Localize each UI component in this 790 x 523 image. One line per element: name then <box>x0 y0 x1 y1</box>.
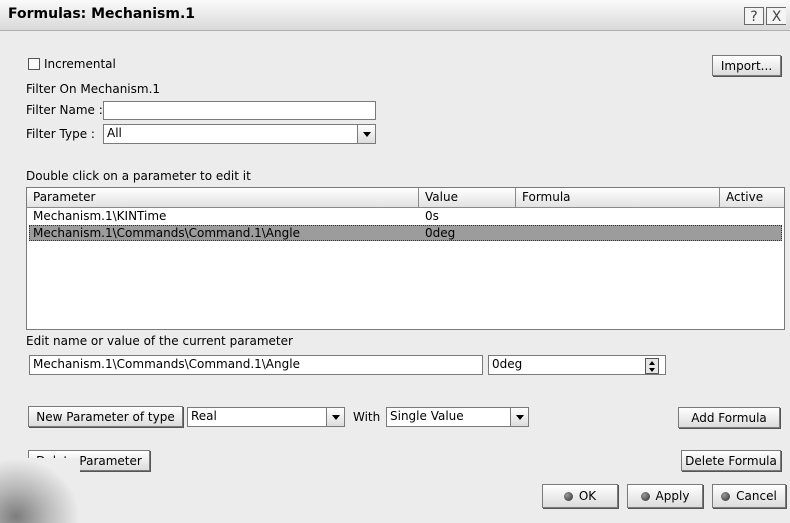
radio-dot-icon <box>721 491 731 501</box>
parameter-type-value: Real <box>191 409 217 423</box>
help-button[interactable]: ? <box>744 7 764 25</box>
delete-formula-button[interactable]: Delete Formula <box>681 450 781 471</box>
row-value: 0s <box>425 209 439 223</box>
column-header-formula[interactable]: Formula <box>516 188 720 208</box>
value-kind-value: Single Value <box>390 409 464 423</box>
import-button[interactable]: Import... <box>712 55 781 76</box>
table-row-selected[interactable]: Mechanism.1\Commands\Command.1\Angle 0de… <box>29 225 782 241</box>
filter-type-select[interactable]: All <box>103 124 376 144</box>
new-parameter-button-label: New Parameter of type <box>36 409 175 424</box>
ok-button[interactable]: OK <box>542 484 618 508</box>
radio-dot-icon <box>563 491 573 501</box>
filter-on-label: Filter On Mechanism.1 <box>26 82 161 96</box>
filter-name-input[interactable] <box>103 101 376 120</box>
with-label: With <box>353 410 381 424</box>
import-button-label: Import... <box>720 58 773 73</box>
filter-type-label: Filter Type : <box>26 127 95 141</box>
title-bar: Formulas: Mechanism.1 ? X <box>0 0 790 31</box>
filter-type-value: All <box>107 126 122 140</box>
parameter-name-input[interactable]: Mechanism.1\Commands\Command.1\Angle <box>29 355 483 375</box>
parameter-value-text: 0deg <box>492 357 523 371</box>
radio-dot-icon <box>640 491 650 501</box>
parameter-value-spinner[interactable]: 0deg <box>488 355 666 375</box>
cancel-button-label: Cancel <box>736 489 777 503</box>
parameter-type-select[interactable]: Real <box>187 407 345 427</box>
add-formula-button[interactable]: Add Formula <box>678 407 780 428</box>
close-button[interactable]: X <box>766 7 786 25</box>
delete-formula-button-label: Delete Formula <box>685 453 777 468</box>
chevron-down-icon[interactable] <box>326 408 344 426</box>
add-formula-button-label: Add Formula <box>691 410 767 425</box>
apply-button[interactable]: Apply <box>627 484 703 508</box>
column-header-value[interactable]: Value <box>419 188 516 208</box>
edit-label: Edit name or value of the current parame… <box>26 334 293 348</box>
row-parameter: Mechanism.1\KINTime <box>33 209 167 223</box>
incremental-label: Incremental <box>44 57 116 71</box>
chevron-down-icon[interactable] <box>510 408 528 426</box>
chevron-down-icon[interactable] <box>357 125 375 143</box>
spinner-arrows-icon[interactable] <box>645 358 659 374</box>
value-kind-select[interactable]: Single Value <box>386 407 529 427</box>
incremental-checkbox[interactable] <box>28 58 40 70</box>
row-parameter: Mechanism.1\Commands\Command.1\Angle <box>33 226 300 240</box>
ok-button-label: OK <box>578 489 597 503</box>
table-hint: Double click on a parameter to edit it <box>26 169 251 183</box>
filter-name-label: Filter Name : <box>26 103 103 117</box>
apply-button-label: Apply <box>655 489 690 503</box>
column-header-active[interactable]: Active <box>720 188 784 208</box>
window-title: Formulas: Mechanism.1 <box>8 6 196 22</box>
new-parameter-button[interactable]: New Parameter of type <box>28 406 183 427</box>
decorative-logo-swoosh <box>0 458 80 523</box>
row-value: 0deg <box>425 226 456 240</box>
column-header-parameter[interactable]: Parameter <box>27 188 419 208</box>
parameter-table[interactable]: Parameter Value Formula Active Mechanism… <box>26 187 785 330</box>
table-row[interactable]: Mechanism.1\KINTime 0s <box>29 209 782 225</box>
cancel-button[interactable]: Cancel <box>712 484 786 508</box>
